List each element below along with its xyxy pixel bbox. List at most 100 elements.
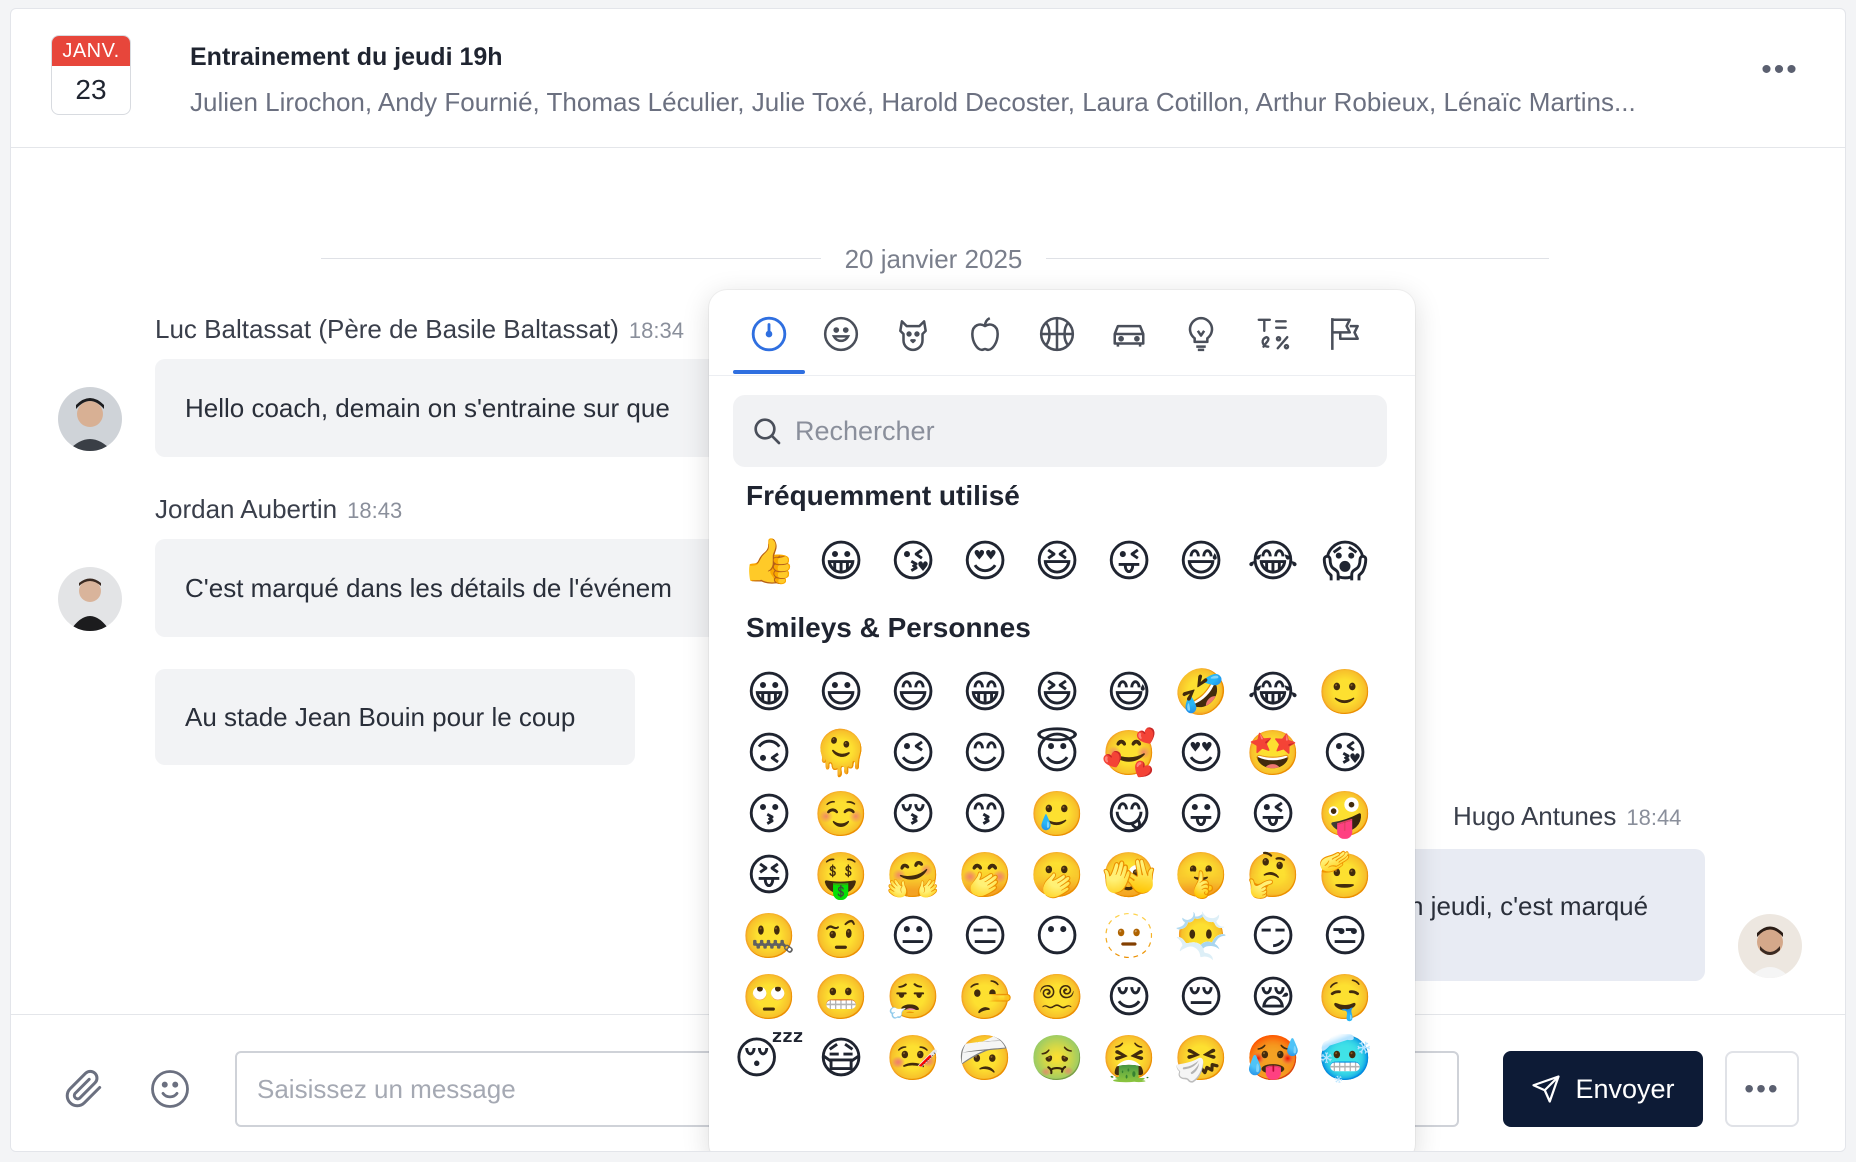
symbols-icon[interactable] xyxy=(1251,312,1295,356)
emoji-option[interactable]: 😅 xyxy=(1093,663,1165,723)
avatar[interactable] xyxy=(1738,914,1802,978)
emoji-option[interactable]: 🥵 xyxy=(1237,1029,1309,1089)
emoji-option[interactable]: 😇 xyxy=(1021,724,1093,784)
emoji-option[interactable]: 🤩 xyxy=(1237,724,1309,784)
emoji-option[interactable]: 😚 xyxy=(877,785,949,845)
emoji-option[interactable]: 😜 xyxy=(1093,532,1165,592)
participants-list[interactable]: Julien Lirochon, Andy Fournié, Thomas Lé… xyxy=(190,87,1710,118)
emoji-option[interactable]: 😄 xyxy=(877,663,949,723)
sender-name: Luc Baltassat (Père de Basile Baltassat) xyxy=(155,314,619,344)
emoji-option[interactable]: 😶 xyxy=(1021,907,1093,967)
emoji-option[interactable]: 😆 xyxy=(1021,663,1093,723)
emoji-option[interactable]: 🤔 xyxy=(1237,846,1309,906)
message-bubble[interactable]: Hello coach, demain on s'entraine sur qu… xyxy=(155,359,735,457)
send-button[interactable]: Envoyer xyxy=(1503,1051,1703,1127)
emoji-option[interactable]: 😶‍🌫️ xyxy=(1165,907,1237,967)
emoji-option[interactable]: 🤫 xyxy=(1165,846,1237,906)
message-bubble[interactable]: n jeudi, c'est marqué xyxy=(1401,849,1705,981)
emoji-option[interactable]: 🫢 xyxy=(1021,846,1093,906)
message-bubble[interactable]: Au stade Jean Bouin pour le coup xyxy=(155,669,635,765)
emoji-option[interactable]: 😁 xyxy=(949,663,1021,723)
emoji-option[interactable]: 🤧 xyxy=(1165,1029,1237,1089)
emoji-option[interactable]: 😅 xyxy=(1165,532,1237,592)
emoji-option[interactable]: 🤢 xyxy=(1021,1029,1093,1089)
emoji-option[interactable]: 😜 xyxy=(1237,785,1309,845)
paperclip-icon[interactable] xyxy=(59,1064,109,1114)
emoji-option[interactable]: 🤣 xyxy=(1165,663,1237,723)
emoji-option[interactable]: 😋 xyxy=(1093,785,1165,845)
emoji-option[interactable]: 🙂 xyxy=(1309,663,1381,723)
emoji-option[interactable]: 🤗 xyxy=(877,846,949,906)
activity-icon[interactable] xyxy=(1035,312,1079,356)
emoji-option[interactable]: 😪 xyxy=(1237,968,1309,1028)
recent-icon[interactable] xyxy=(747,312,791,356)
smiley-icon[interactable] xyxy=(145,1064,195,1114)
avatar[interactable] xyxy=(58,567,122,631)
emoji-option[interactable]: 🫠 xyxy=(805,724,877,784)
objects-icon[interactable] xyxy=(1179,312,1223,356)
event-title[interactable]: Entrainement du jeudi 19h xyxy=(190,43,503,72)
emoji-option[interactable]: 👍 xyxy=(733,532,805,592)
emoji-option[interactable]: 🤮 xyxy=(1093,1029,1165,1089)
emoji-option[interactable]: 😏 xyxy=(1237,907,1309,967)
emoji-option[interactable]: 🤨 xyxy=(805,907,877,967)
emoji-option[interactable]: 😙 xyxy=(949,785,1021,845)
emoji-option[interactable]: 🤭 xyxy=(949,846,1021,906)
emoji-option[interactable]: 🤑 xyxy=(805,846,877,906)
emoji-search[interactable] xyxy=(733,395,1387,467)
send-icon xyxy=(1532,1075,1561,1103)
emoji-option[interactable]: 🥶 xyxy=(1309,1029,1381,1089)
emoji-option[interactable]: 😮‍💨 xyxy=(877,968,949,1028)
emoji-option[interactable]: 🙃 xyxy=(733,724,805,784)
avatar[interactable] xyxy=(58,387,122,451)
emoji-option[interactable]: 😐 xyxy=(877,907,949,967)
emoji-option[interactable]: 🤤 xyxy=(1309,968,1381,1028)
emoji-option[interactable]: 😃 xyxy=(805,663,877,723)
emoji-option[interactable]: 😍 xyxy=(1165,724,1237,784)
emoji-option[interactable]: 😵‍💫 xyxy=(1021,968,1093,1028)
emoji-search-input[interactable] xyxy=(795,415,1355,447)
emoji-option[interactable]: 😌 xyxy=(1093,968,1165,1028)
flags-icon[interactable] xyxy=(1323,312,1367,356)
more-horizontal-icon[interactable]: ••• xyxy=(1755,55,1805,89)
emoji-option[interactable]: 🤒 xyxy=(877,1029,949,1089)
emoji-option[interactable]: 😀 xyxy=(733,663,805,723)
emoji-option[interactable]: 🤥 xyxy=(949,968,1021,1028)
calendar-day: 23 xyxy=(75,74,107,105)
animals-icon[interactable] xyxy=(891,312,935,356)
emoji-option[interactable]: 😀 xyxy=(805,532,877,592)
emoji-option[interactable]: 🙄 xyxy=(733,968,805,1028)
emoji-option[interactable]: 😘 xyxy=(1309,724,1381,784)
message-bubble[interactable]: C'est marqué dans les détails de l'événe… xyxy=(155,539,735,637)
emoji-option[interactable]: 😊 xyxy=(949,724,1021,784)
emoji-option[interactable]: 😝 xyxy=(733,846,805,906)
emoji-option[interactable]: 😂 xyxy=(1237,663,1309,723)
emoji-option[interactable]: 🥲 xyxy=(1021,785,1093,845)
emoji-option[interactable]: 🫣 xyxy=(1093,846,1165,906)
emoji-option[interactable]: 😛 xyxy=(1165,785,1237,845)
emoji-option[interactable]: 😑 xyxy=(949,907,1021,967)
emoji-option[interactable]: 😬 xyxy=(805,968,877,1028)
emoji-option[interactable]: 😔 xyxy=(1165,968,1237,1028)
food-icon[interactable] xyxy=(963,312,1007,356)
emoji-option[interactable]: 😗 xyxy=(733,785,805,845)
emoji-option[interactable]: 😴 xyxy=(733,1029,805,1089)
emoji-option[interactable]: 🤪 xyxy=(1309,785,1381,845)
emoji-option[interactable]: 😷 xyxy=(805,1029,877,1089)
emoji-option[interactable]: 😆 xyxy=(1021,532,1093,592)
emoji-option[interactable]: 🥰 xyxy=(1093,724,1165,784)
emoji-option[interactable]: 😘 xyxy=(877,532,949,592)
emoji-option[interactable]: 😂 xyxy=(1237,532,1309,592)
emoji-option[interactable]: 😒 xyxy=(1309,907,1381,967)
travel-icon[interactable] xyxy=(1107,312,1151,356)
emoji-option[interactable]: 🫡 xyxy=(1309,846,1381,906)
emoji-option[interactable]: 😍 xyxy=(949,532,1021,592)
emoji-option[interactable]: 😉 xyxy=(877,724,949,784)
more-horizontal-icon[interactable]: ••• xyxy=(1725,1051,1799,1127)
emoji-option[interactable]: 🫥 xyxy=(1093,907,1165,967)
smileys-icon[interactable] xyxy=(819,312,863,356)
emoji-option[interactable]: 🤐 xyxy=(733,907,805,967)
emoji-option[interactable]: 🤕 xyxy=(949,1029,1021,1089)
emoji-option[interactable]: ☺️ xyxy=(805,785,877,845)
emoji-option[interactable]: 😱 xyxy=(1309,532,1381,592)
